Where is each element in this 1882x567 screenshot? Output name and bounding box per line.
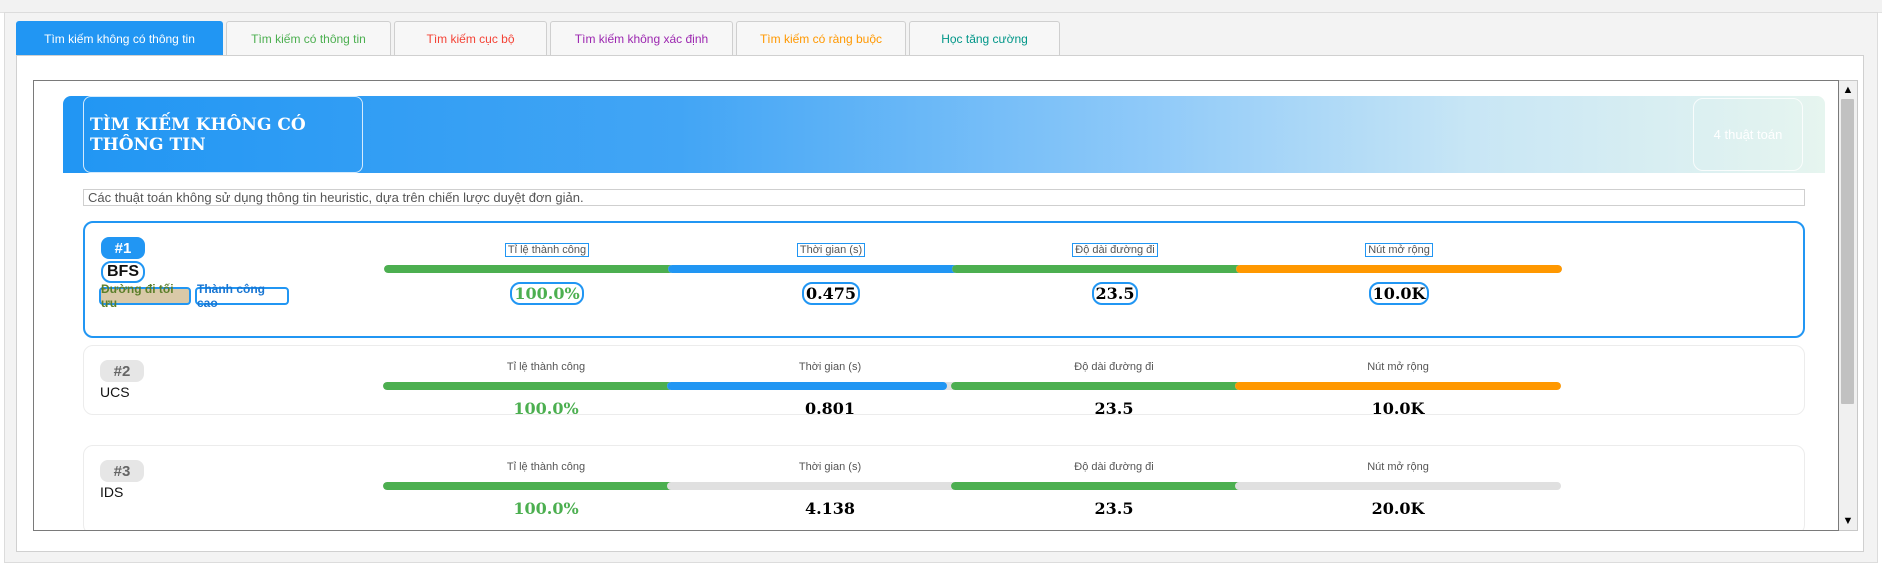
progress-fill xyxy=(951,482,1277,490)
category-description: Các thuật toán không sử dụng thông tin h… xyxy=(83,189,1805,206)
metric-label: Thời gian (s) xyxy=(798,461,862,473)
algorithm-name: BFS xyxy=(101,261,145,283)
algorithm-name: IDS xyxy=(100,484,124,500)
progress-bar xyxy=(1235,482,1561,490)
tab-uninformed-search[interactable]: Tìm kiếm không có thông tin xyxy=(16,21,223,55)
high-success-badge: Thành công cao xyxy=(195,282,289,310)
metric-label: Nút mở rộng xyxy=(1367,461,1429,473)
progress-bar xyxy=(1236,265,1562,273)
category-title: TÌM KIẾM KHÔNG CÓ THÔNG TIN xyxy=(83,96,363,173)
scroll-up-arrow-icon[interactable]: ▲ xyxy=(1839,81,1857,99)
progress-bar xyxy=(383,382,709,390)
results-scroll-area[interactable]: TÌM KIẾM KHÔNG CÓ THÔNG TIN 4 thuật toán… xyxy=(33,80,1839,531)
progress-bar xyxy=(667,382,993,390)
tab-reinforcement-learning[interactable]: Học tăng cường xyxy=(909,21,1060,55)
category-header: TÌM KIẾM KHÔNG CÓ THÔNG TIN 4 thuật toán xyxy=(63,96,1825,173)
metric-value: 4.138 xyxy=(804,499,856,518)
metric-success-rate: Tỉ lệ thành công 100.0% xyxy=(383,460,709,518)
metric-path-length: Độ dài đường đi 23.5 xyxy=(952,243,1278,305)
algorithm-count-badge: 4 thuật toán xyxy=(1693,98,1803,171)
metric-value: 100.0% xyxy=(384,282,710,305)
metric-success-rate: Tỉ lệ thành công 100.0% xyxy=(384,243,710,305)
metric-value: 10.0K xyxy=(1371,399,1425,418)
scrollbar-thumb[interactable] xyxy=(1841,99,1854,404)
progress-fill xyxy=(951,382,1277,390)
metric-label: Tỉ lệ thành công xyxy=(506,361,586,373)
tab-nondeterministic-search[interactable]: Tìm kiếm không xác định xyxy=(550,21,733,55)
progress-bar xyxy=(951,382,1277,390)
algorithm-card[interactable]: #3 IDS Tỉ lệ thành công 100.0% Thời gian… xyxy=(83,445,1805,530)
metric-label: Độ dài đường đi xyxy=(1074,461,1154,473)
metric-value: 100.0% xyxy=(513,499,579,518)
progress-bar xyxy=(384,265,710,273)
metric-label: Nút mở rộng xyxy=(1236,243,1562,257)
tab-local-search[interactable]: Tìm kiếm cục bộ xyxy=(394,21,547,55)
progress-fill xyxy=(1235,382,1561,390)
algorithm-card[interactable]: #2 UCS Tỉ lệ thành công 100.0% Thời gian… xyxy=(83,345,1805,418)
progress-fill xyxy=(383,482,709,490)
metric-label: Độ dài đường đi xyxy=(952,243,1278,257)
metric-expanded-nodes: Nút mở rộng 10.0K xyxy=(1236,243,1562,305)
metric-value: 10.0K xyxy=(1236,282,1562,305)
metric-value: 0.475 xyxy=(668,282,994,305)
progress-bar xyxy=(668,265,994,273)
metric-time: Thời gian (s) 4.138 xyxy=(667,460,993,518)
rank-badge: #2 xyxy=(100,360,144,382)
algorithm-card[interactable]: #1 BFS Đường đi tối ưu Thành công cao Tỉ… xyxy=(83,221,1805,338)
metric-value: 20.0K xyxy=(1371,499,1425,518)
progress-bar xyxy=(951,482,1277,490)
progress-fill xyxy=(384,265,710,273)
metric-label: Thời gian (s) xyxy=(798,361,862,373)
progress-bar xyxy=(952,265,1278,273)
rank-badge: #3 xyxy=(100,460,144,482)
metric-value: 0.801 xyxy=(804,399,856,418)
progress-fill xyxy=(952,265,1278,273)
metric-success-rate: Tỉ lệ thành công 100.0% xyxy=(383,360,709,418)
metric-path-length: Độ dài đường đi 23.5 xyxy=(951,360,1277,418)
metric-label: Nút mở rộng xyxy=(1367,361,1429,373)
metric-expanded-nodes: Nút mở rộng 10.0K xyxy=(1235,360,1561,418)
metric-value: 23.5 xyxy=(1094,499,1134,518)
tab-informed-search[interactable]: Tìm kiếm có thông tin xyxy=(226,21,391,55)
progress-fill xyxy=(1236,265,1562,273)
metric-value: 23.5 xyxy=(952,282,1278,305)
vertical-scrollbar[interactable]: ▲ ▼ xyxy=(1839,80,1858,531)
algorithm-name: UCS xyxy=(100,384,130,400)
metric-label: Độ dài đường đi xyxy=(1074,361,1154,373)
tab-bar: Tìm kiếm không có thông tin Tìm kiếm có … xyxy=(16,21,1060,55)
metric-label: Tỉ lệ thành công xyxy=(384,243,710,257)
rank-badge: #1 xyxy=(101,237,145,259)
metric-label: Thời gian (s) xyxy=(668,243,994,257)
metric-time: Thời gian (s) 0.475 xyxy=(668,243,994,305)
tab-content-panel: TÌM KIẾM KHÔNG CÓ THÔNG TIN 4 thuật toán… xyxy=(16,55,1864,552)
metric-value: 100.0% xyxy=(513,399,579,418)
progress-bar xyxy=(1235,382,1561,390)
progress-fill xyxy=(668,265,978,273)
metric-label: Tỉ lệ thành công xyxy=(506,461,586,473)
optimal-path-badge: Đường đi tối ưu xyxy=(99,282,191,310)
progress-fill xyxy=(383,382,709,390)
scroll-down-arrow-icon[interactable]: ▼ xyxy=(1839,512,1857,530)
progress-bar xyxy=(667,482,993,490)
metric-time: Thời gian (s) 0.801 xyxy=(667,360,993,418)
tab-constrained-search[interactable]: Tìm kiếm có ràng buộc xyxy=(736,21,906,55)
progress-fill xyxy=(667,382,948,390)
progress-bar xyxy=(383,482,709,490)
metric-value: 23.5 xyxy=(1094,399,1134,418)
metric-path-length: Độ dài đường đi 23.5 xyxy=(951,460,1277,518)
metric-expanded-nodes: Nút mở rộng 20.0K xyxy=(1235,460,1561,518)
